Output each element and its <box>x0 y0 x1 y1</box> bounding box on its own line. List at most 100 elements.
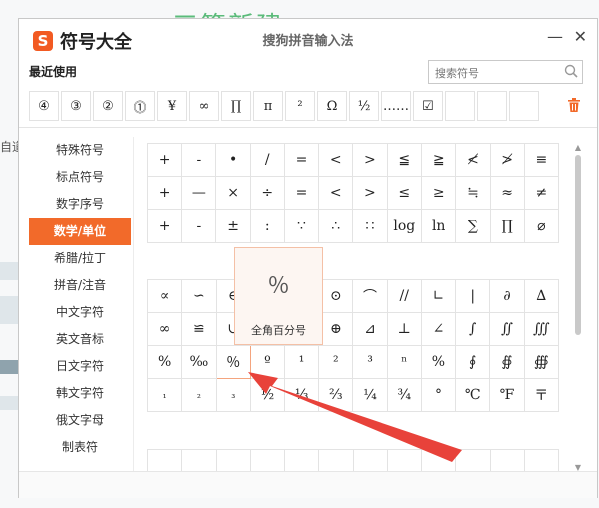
symbol-cell[interactable]: + <box>147 176 183 210</box>
symbol-cell[interactable]: ⌀ <box>523 209 559 243</box>
symbol-cell[interactable]: ≒ <box>455 176 491 210</box>
symbol-cell[interactable]: / <box>249 143 285 177</box>
symbol-cell[interactable]: ² <box>318 345 354 379</box>
symbol-cell[interactable]: ∭ <box>523 312 559 346</box>
symbol-cell[interactable]: ± <box>215 209 251 243</box>
symbol-cell[interactable]: ≈ <box>489 176 525 210</box>
symbol-cell[interactable]: ⊙ <box>318 279 354 313</box>
search-box[interactable] <box>428 60 583 84</box>
recent-symbol[interactable]: ½ <box>349 91 379 121</box>
symbol-cell[interactable]: ¹ <box>284 345 320 379</box>
symbol-cell[interactable]: ⊕ <box>318 312 354 346</box>
recent-symbol[interactable]: ² <box>285 91 315 121</box>
recent-symbol[interactable]: Ω <box>317 91 347 121</box>
symbol-cell[interactable]: ∞ <box>147 312 183 346</box>
symbol-cell[interactable]: // <box>386 279 422 313</box>
symbol-cell[interactable]: • <box>215 143 251 177</box>
symbol-cell[interactable]: ⊿ <box>352 312 388 346</box>
symbol-cell[interactable]: ∴ <box>318 209 354 243</box>
symbol-cell[interactable]: < <box>318 176 354 210</box>
symbol-cell[interactable]: ÷ <box>249 176 285 210</box>
sidebar-item[interactable]: 日文字符 <box>29 353 131 380</box>
sidebar-item[interactable]: 数字序号 <box>29 191 131 218</box>
symbol-cell[interactable]: ∫ <box>455 312 491 346</box>
symbol-cell[interactable]: ∵ <box>283 209 320 243</box>
sidebar-item[interactable]: 特殊符号 <box>29 137 131 164</box>
recent-symbol[interactable]: ¥ <box>157 91 187 121</box>
recent-symbol[interactable] <box>477 91 507 121</box>
symbol-cell[interactable]: ∯ <box>489 345 525 379</box>
symbol-cell[interactable]: - <box>181 143 217 177</box>
sidebar-item[interactable]: 中文字符 <box>29 299 131 326</box>
close-button[interactable]: ✕ <box>574 27 587 46</box>
symbol-cell[interactable]: ∑ <box>455 209 491 243</box>
recent-symbol[interactable]: ∏ <box>221 91 251 121</box>
sidebar-item[interactable]: 俄文字母 <box>29 407 131 434</box>
symbol-cell[interactable]: log <box>386 209 423 243</box>
recent-symbol[interactable]: ③ <box>61 91 91 121</box>
symbol-cell[interactable]: ₂ <box>181 378 217 412</box>
symbol-cell[interactable]: > <box>352 176 388 210</box>
recent-symbol[interactable]: ☑ <box>413 91 443 121</box>
search-input[interactable] <box>433 62 565 84</box>
symbol-cell[interactable]: : <box>249 209 285 243</box>
symbol-cell[interactable]: = <box>283 176 320 210</box>
symbol-cell[interactable]: = <box>283 143 320 177</box>
symbol-cell[interactable]: ∟ <box>420 279 457 313</box>
recent-symbol[interactable]: …… <box>381 91 411 121</box>
symbol-cell[interactable]: ln <box>421 209 457 243</box>
sidebar-item[interactable]: 英文音标 <box>29 326 131 353</box>
symbol-cell[interactable]: ₁ <box>147 378 183 412</box>
symbol-cell[interactable]: ≦ <box>386 143 423 177</box>
symbol-cell[interactable]: ≯ <box>489 143 525 177</box>
symbol-cell[interactable]: ⅔ <box>318 378 354 412</box>
symbol-cell[interactable]: ∽ <box>181 279 217 313</box>
symbol-cell[interactable]: ≧ <box>421 143 457 177</box>
symbol-cell[interactable]: ³ <box>352 345 388 379</box>
minimize-button[interactable]: — <box>547 27 563 46</box>
symbol-cell[interactable]: ⌒ <box>352 279 388 313</box>
symbol-cell[interactable]: | <box>455 279 491 313</box>
sidebar-item[interactable]: 韩文字符 <box>29 380 131 407</box>
recent-symbol[interactable]: ⓵ <box>125 91 155 121</box>
symbol-cell[interactable]: ≤ <box>386 176 423 210</box>
symbol-cell[interactable]: ¾ <box>386 378 422 412</box>
symbol-cell[interactable]: ≡ <box>523 143 559 177</box>
symbol-cell[interactable]: ∮ <box>455 345 491 379</box>
scroll-up-icon[interactable]: ▲ <box>573 143 583 153</box>
sidebar-item[interactable]: 制表符 <box>29 434 131 461</box>
recent-symbol[interactable] <box>445 91 475 121</box>
symbol-cell[interactable]: ∆ <box>523 279 559 313</box>
symbol-cell[interactable]: — <box>181 176 217 210</box>
recent-symbol[interactable]: ④ <box>29 91 59 121</box>
symbol-cell[interactable]: ％ <box>215 345 251 379</box>
symbol-cell[interactable]: ⁿ <box>386 345 422 379</box>
symbol-cell[interactable]: 〒 <box>523 378 559 412</box>
symbol-cell[interactable]: × <box>215 176 251 210</box>
symbol-cell[interactable]: ≥ <box>421 176 457 210</box>
symbol-cell[interactable]: ∰ <box>523 345 559 379</box>
symbol-cell[interactable]: < <box>318 143 354 177</box>
recent-symbol[interactable] <box>509 91 539 121</box>
sidebar-item[interactable]: 希腊/拉丁 <box>29 245 131 272</box>
search-icon[interactable] <box>564 64 578 78</box>
sidebar-item[interactable]: 数学/单位 <box>29 218 131 245</box>
symbol-cell[interactable]: ∷ <box>352 209 388 243</box>
symbol-cell[interactable]: % <box>420 345 457 379</box>
symbol-cell[interactable]: ℃ <box>455 378 491 412</box>
recent-symbol[interactable]: ∞ <box>189 91 219 121</box>
symbol-cell[interactable]: - <box>181 209 217 243</box>
symbol-cell[interactable]: ½ <box>249 378 286 412</box>
symbol-cell[interactable]: > <box>352 143 388 177</box>
symbol-cell[interactable]: ∏ <box>489 209 525 243</box>
scroll-thumb[interactable] <box>575 155 581 335</box>
recent-symbol[interactable]: ② <box>93 91 123 121</box>
scrollbar[interactable]: ▲ ▼ <box>573 143 583 473</box>
symbol-cell[interactable]: ° <box>420 378 457 412</box>
symbol-cell[interactable]: ‰ <box>181 345 217 379</box>
symbol-cell[interactable]: ∝ <box>147 279 183 313</box>
symbol-cell[interactable]: ℉ <box>489 378 525 412</box>
symbol-cell[interactable]: ≮ <box>455 143 491 177</box>
symbol-cell[interactable]: ∂ <box>489 279 525 313</box>
symbol-cell[interactable]: ∬ <box>489 312 525 346</box>
